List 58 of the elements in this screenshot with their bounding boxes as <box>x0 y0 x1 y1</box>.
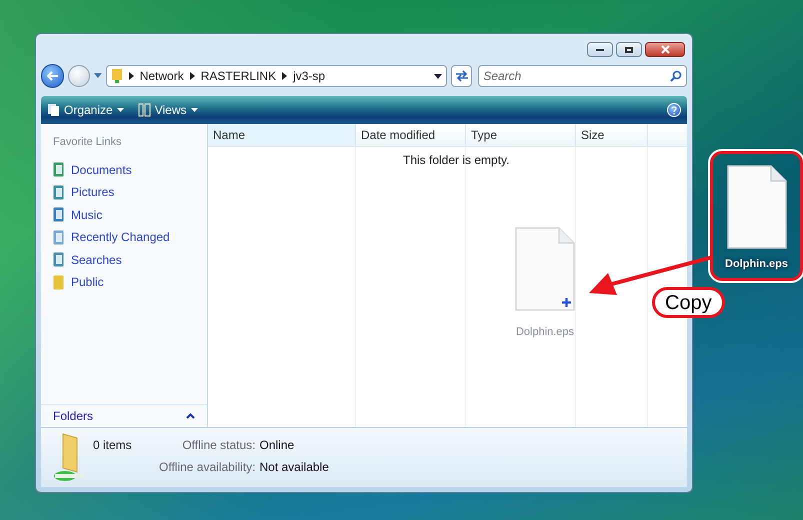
pane-title: Favorite Links <box>52 135 122 150</box>
maximize-button[interactable] <box>616 42 642 57</box>
column-header[interactable]: Name <box>208 124 356 146</box>
empty-folder-message: This folder is empty. <box>403 152 510 169</box>
toolbar-button[interactable]: Views <box>138 101 198 119</box>
library-icon <box>53 162 64 178</box>
address-bar[interactable]: Network RASTERLINK jv3-sp <box>106 65 447 87</box>
file-name: Dolphin.eps <box>516 325 574 340</box>
search-box[interactable]: Search <box>478 65 688 87</box>
close-icon <box>660 45 670 54</box>
folder-icon <box>53 274 64 290</box>
breadcrumb-arrow-icon <box>190 72 195 80</box>
minimize-button[interactable] <box>587 42 613 57</box>
file-name[interactable]: Dolphin.eps <box>725 256 788 272</box>
search-icon <box>670 70 682 82</box>
help-button[interactable] <box>667 103 681 117</box>
item-count: 0 items <box>93 437 133 454</box>
dropdown-caret-icon[interactable] <box>434 74 442 78</box>
breadcrumb-item[interactable]: RASTERLINK <box>200 67 276 85</box>
favorite-link[interactable]: Recently Changed <box>41 226 207 248</box>
column-header[interactable]: Date modified <box>356 124 466 146</box>
favorite-link[interactable]: Pictures <box>41 181 207 204</box>
caret-icon <box>190 108 198 112</box>
column-header[interactable]: Type <box>466 124 576 146</box>
plus-icon <box>562 298 571 307</box>
toolbar-button[interactable]: Organize <box>47 101 124 119</box>
favorite-link[interactable]: Documents <box>41 158 207 181</box>
chevron-up-icon <box>186 413 195 419</box>
close-button[interactable] <box>645 42 685 57</box>
views-grid-icon <box>138 103 151 117</box>
file-icon <box>726 164 786 250</box>
library-icon <box>53 184 64 200</box>
breadcrumb-arrow-icon <box>282 72 288 80</box>
question-mark-icon <box>671 106 677 114</box>
breadcrumb-arrow-icon <box>128 72 134 80</box>
property-value: Not available <box>260 459 329 476</box>
property-value: Online <box>260 437 296 454</box>
copy-callout: Copy <box>652 287 725 318</box>
library-icon <box>53 207 64 222</box>
column-header[interactable]: Size <box>576 124 648 146</box>
back-arrow-icon <box>46 71 59 81</box>
property-label: Offline status: <box>181 437 256 454</box>
library-icon <box>53 230 64 245</box>
caret-icon <box>116 108 124 112</box>
pages-icon <box>47 103 60 117</box>
breadcrumb-item[interactable]: jv3-sp <box>293 67 326 85</box>
favorite-link[interactable]: Public <box>41 271 207 294</box>
refresh-arrows-icon <box>454 70 469 82</box>
search-field[interactable]: Search <box>483 67 670 85</box>
library-icon <box>53 252 64 268</box>
favorite-link[interactable]: Searches <box>41 248 207 271</box>
property-label: Offline availability: <box>159 459 256 476</box>
favorite-link[interactable]: Music <box>41 204 207 226</box>
refresh-button[interactable] <box>450 65 472 87</box>
back-button[interactable] <box>41 64 64 88</box>
network-folder-icon <box>110 68 123 84</box>
network-folder-icon <box>51 432 85 484</box>
breadcrumb-item[interactable]: Network <box>140 67 184 85</box>
